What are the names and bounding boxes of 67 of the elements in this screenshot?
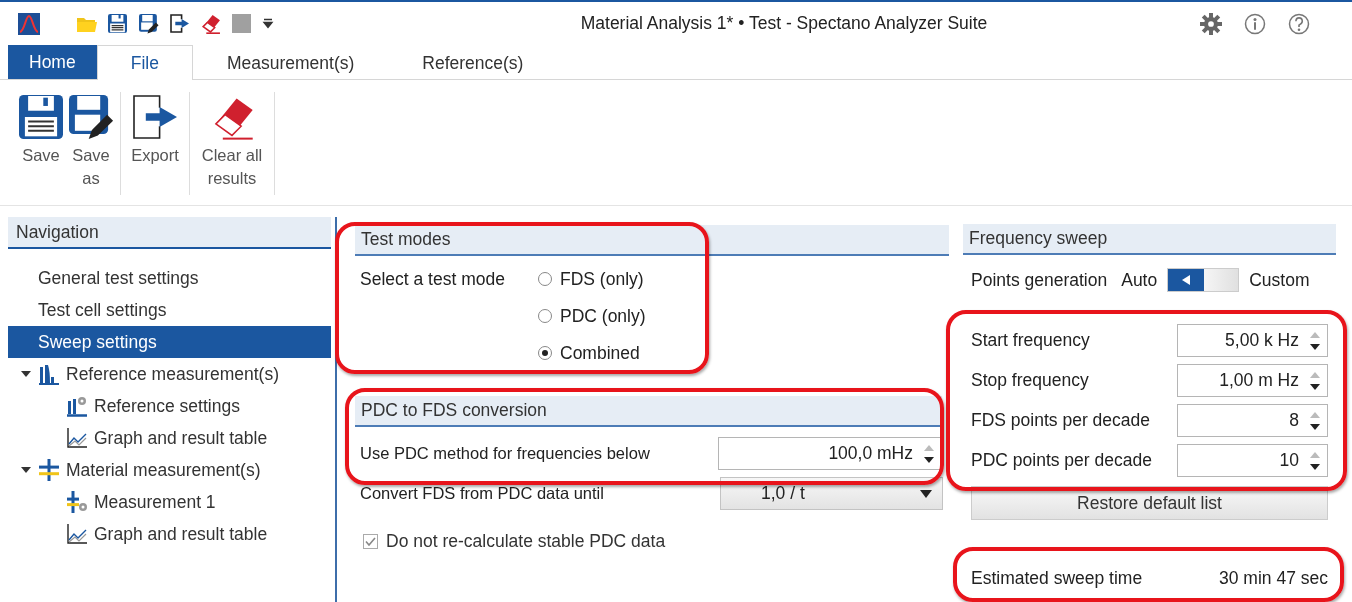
nav-item[interactable]: Material measurement(s): [8, 454, 331, 486]
value-text: 30 min 47 sec: [1219, 568, 1328, 589]
nav-item[interactable]: Graph and result table: [8, 518, 331, 550]
left-arrow-icon: [1182, 275, 1191, 285]
field-label: Stop frequency: [971, 370, 1089, 391]
caret-icon[interactable]: [920, 489, 932, 498]
field-label: Start frequency: [971, 330, 1090, 351]
number-field[interactable]: 5,00 k Hz: [1177, 324, 1328, 357]
radio-button[interactable]: [538, 309, 552, 323]
nav-item[interactable]: Test cell settings: [8, 294, 331, 326]
tab[interactable]: File: [96, 45, 193, 80]
section-header: Frequency sweep: [963, 224, 1336, 255]
chart-gear-icon: [66, 395, 88, 417]
number-field[interactable]: 100,0 mHz: [718, 437, 942, 470]
save-icon[interactable]: [18, 94, 64, 140]
nav-item[interactable]: Reference settings: [8, 390, 331, 422]
radio-option[interactable]: FDS (only): [538, 267, 949, 291]
info-icon[interactable]: [1244, 12, 1266, 35]
radio-option[interactable]: PDC (only): [538, 304, 949, 328]
check-icon: [365, 537, 376, 546]
toggle-label: Auto: [1121, 269, 1158, 291]
export-button[interactable]: Export: [127, 92, 183, 195]
section-header: PDC to FDS conversion: [355, 396, 942, 427]
bar-chart-icon: [38, 363, 60, 385]
capacitor-gear-icon: [66, 491, 88, 513]
nav-item[interactable]: General test settings: [8, 262, 331, 294]
radio-button[interactable]: [538, 272, 552, 286]
save-as-button[interactable]: Save as: [68, 92, 114, 195]
tab[interactable]: Measurement(s): [192, 45, 389, 80]
capacitor-icon: [38, 459, 60, 481]
toggle-switch[interactable]: [1167, 268, 1240, 292]
save-button[interactable]: Save: [18, 92, 64, 195]
toggle-label: Custom: [1249, 269, 1310, 291]
number-field[interactable]: 10: [1177, 444, 1328, 477]
save-as-icon[interactable]: [68, 94, 114, 140]
tab[interactable]: Reference(s): [388, 45, 558, 80]
nav-item[interactable]: Measurement 1: [8, 486, 331, 518]
menu-tab[interactable]: Home: [8, 45, 97, 79]
settings-icon[interactable]: [1200, 12, 1222, 35]
field-label: Points generation: [971, 269, 1108, 291]
panel-header: Navigation: [8, 217, 331, 249]
line-chart-icon: [66, 427, 88, 449]
number-field[interactable]: 8: [1177, 404, 1328, 437]
line-chart-icon: [66, 523, 88, 545]
radio-button[interactable]: [538, 346, 552, 360]
field-label: Use PDC method for frequencies below: [360, 444, 650, 463]
field-label: Estimated sweep time: [971, 568, 1143, 589]
save-icon[interactable]: [107, 13, 128, 34]
nav-item[interactable]: Graph and result table: [8, 422, 331, 454]
field-label: Convert FDS from PDC data until: [360, 484, 604, 503]
section-header: Test modes: [355, 225, 949, 256]
number-field[interactable]: 1,00 m Hz: [1177, 364, 1328, 397]
eraser-icon[interactable]: [200, 13, 221, 34]
field-label: Select a test mode: [360, 267, 506, 291]
export-icon[interactable]: [132, 94, 178, 140]
help-icon[interactable]: [1288, 12, 1310, 35]
field-label: PDC points per decade: [971, 450, 1152, 471]
save-as-icon[interactable]: [138, 13, 159, 34]
square-icon[interactable]: [231, 13, 252, 34]
nav-item[interactable]: Sweep settings: [8, 326, 331, 358]
nav-item[interactable]: Reference measurement(s): [8, 358, 331, 390]
radio-option[interactable]: Combined: [538, 341, 949, 365]
field-label: FDS points per decade: [971, 410, 1150, 431]
window-title: Material Analysis 1* • Test - Spectano Analyzer Suite: [579, 13, 989, 34]
logo-icon: [18, 12, 40, 35]
export-icon[interactable]: [169, 13, 190, 34]
clear-button[interactable]: Clear all results: [196, 92, 268, 195]
